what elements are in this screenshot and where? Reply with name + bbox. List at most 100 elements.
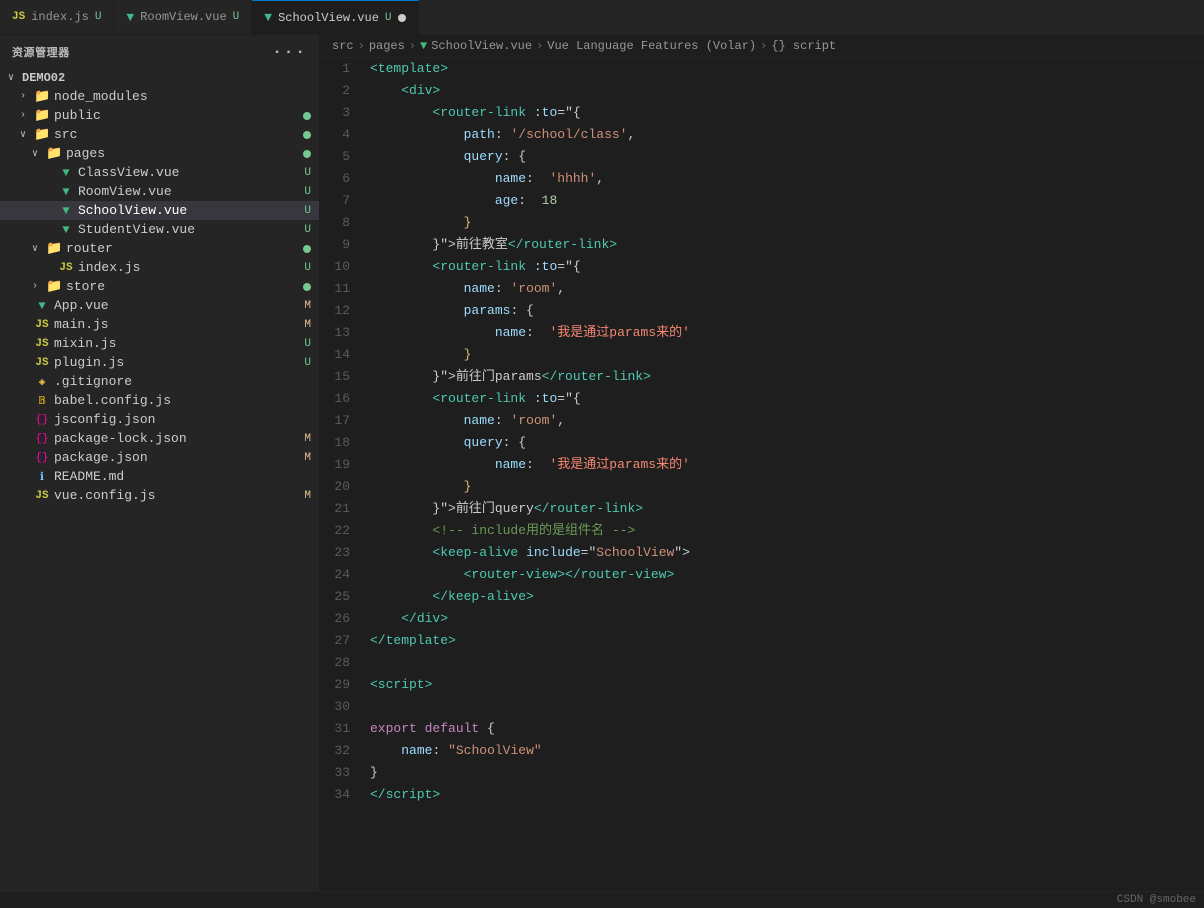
expand-icon: › [32,281,42,292]
js-file-icon: JS [34,319,50,331]
bc-script: {} script [771,39,836,53]
js-icon: JS [12,11,25,23]
item-label: babel.config.js [54,393,171,408]
code-line: 18 query: { [320,432,1204,454]
tab-label: index.js [31,10,89,24]
sidebar-item-package-lock[interactable]: › {} package-lock.json M [0,429,319,448]
sidebar-item-classview[interactable]: › ▼ ClassView.vue U [0,163,319,182]
item-label: main.js [54,317,109,332]
vue-file-icon: ▼ [58,166,74,180]
js-file-icon: JS [34,490,50,502]
expand-icon: ∨ [32,148,42,160]
sidebar-title: 资源管理器 [12,44,70,60]
code-line: 1 <template> [320,58,1204,80]
sep: › [358,39,365,53]
code-line: 12 params: { [320,300,1204,322]
footer-credit: CSDN @smobee [1117,894,1196,906]
sep: › [760,39,767,53]
badge-u: U [304,167,319,179]
code-line: 5 query: { [320,146,1204,168]
js-file-icon: JS [34,338,50,350]
code-line: 34 </script> [320,784,1204,806]
code-line: 24 <router-view></router-view> [320,564,1204,586]
folder-icon: 📁 [46,146,62,161]
sidebar-item-node-modules[interactable]: › 📁 node_modules [0,87,319,106]
sidebar-header: 资源管理器 ··· [0,35,319,69]
code-line: 15 }">前往门params</router-link> [320,366,1204,388]
code-line: 11 name: 'room', [320,278,1204,300]
tree-root[interactable]: ∨ DEMO02 [0,69,319,87]
tab-label: SchoolView.vue [278,11,379,25]
sidebar-item-app-vue[interactable]: › ▼ App.vue M [0,296,319,315]
code-line: 6 name: 'hhhh', [320,168,1204,190]
sidebar-item-studentview[interactable]: › ▼ StudentView.vue U [0,220,319,239]
modified-dot [303,131,311,139]
badge-m: M [304,452,319,464]
code-line: 28 [320,652,1204,674]
item-label: index.js [78,260,140,275]
sidebar-item-plugin-js[interactable]: › JS plugin.js U [0,353,319,372]
code-line: 31 export default { [320,718,1204,740]
sidebar-item-babel-config[interactable]: › 𝔹 babel.config.js [0,391,319,410]
item-label: App.vue [54,298,109,313]
code-line: 13 name: '我是通过params来的' [320,322,1204,344]
code-line: 10 <router-link :to="{ [320,256,1204,278]
tab-badge: U [95,11,102,23]
item-label: router [66,241,113,256]
code-line: 20 } [320,476,1204,498]
sidebar-item-src[interactable]: ∨ 📁 src [0,125,319,144]
badge-m: M [304,433,319,445]
sidebar-item-store[interactable]: › 📁 store [0,277,319,296]
tab-roomview-vue[interactable]: ▼ RoomView.vue U [114,0,252,35]
code-line: 29 <script> [320,674,1204,696]
sidebar-item-vue-config[interactable]: › JS vue.config.js M [0,486,319,505]
sidebar-item-readme[interactable]: › ℹ README.md [0,467,319,486]
sidebar-item-roomview[interactable]: › ▼ RoomView.vue U [0,182,319,201]
item-label: vue.config.js [54,488,155,503]
item-label: public [54,108,101,123]
modified-dot [303,283,311,291]
code-line: 9 }">前往教室</router-link> [320,234,1204,256]
sidebar-item-schoolview[interactable]: › ▼ SchoolView.vue U [0,201,319,220]
item-label: jsconfig.json [54,412,155,427]
code-line: 7 age: 18 [320,190,1204,212]
sidebar-item-public[interactable]: › 📁 public [0,106,319,125]
tab-badge: U [233,11,240,23]
sep: › [409,39,416,53]
folder-icon: 📁 [34,89,50,104]
sidebar-item-package-json[interactable]: › {} package.json M [0,448,319,467]
item-label: package-lock.json [54,431,187,446]
code-line: 25 </keep-alive> [320,586,1204,608]
sidebar-item-pages[interactable]: ∨ 📁 pages [0,144,319,163]
code-line: 14 } [320,344,1204,366]
code-line: 30 [320,696,1204,718]
folder-icon: 📁 [46,241,62,256]
item-label: SchoolView.vue [78,203,187,218]
vue-file-icon: ▼ [34,299,50,313]
sidebar-item-router-index[interactable]: › JS index.js U [0,258,319,277]
code-line: 2 <div> [320,80,1204,102]
js-file-icon: JS [58,262,74,274]
code-line: 3 <router-link :to="{ [320,102,1204,124]
tab-schoolview-vue[interactable]: ▼ SchoolView.vue U [252,0,418,35]
sidebar-item-jsconfig[interactable]: › {} jsconfig.json [0,410,319,429]
badge-m: M [304,490,319,502]
code-editor[interactable]: 1 <template> 2 <div> 3 <router-link :to=… [320,58,1204,891]
sidebar-item-gitignore[interactable]: › ◈ .gitignore [0,372,319,391]
badge-u: U [304,186,319,198]
code-line: 33 } [320,762,1204,784]
root-label: DEMO02 [22,71,65,85]
sidebar-item-mixin-js[interactable]: › JS mixin.js U [0,334,319,353]
bc-schoolview: SchoolView.vue [431,39,532,53]
badge-m: M [304,300,319,312]
sidebar-item-router[interactable]: ∨ 📁 router [0,239,319,258]
badge-u: U [304,224,319,236]
badge-u: U [304,262,319,274]
modified-dot [303,150,311,158]
code-line: 4 path: '/school/class', [320,124,1204,146]
tab-index-js[interactable]: JS index.js U [0,0,114,35]
sidebar-item-main-js[interactable]: › JS main.js M [0,315,319,334]
item-label: node_modules [54,89,148,104]
code-line: 32 name: "SchoolView" [320,740,1204,762]
more-options-button[interactable]: ··· [272,43,307,61]
